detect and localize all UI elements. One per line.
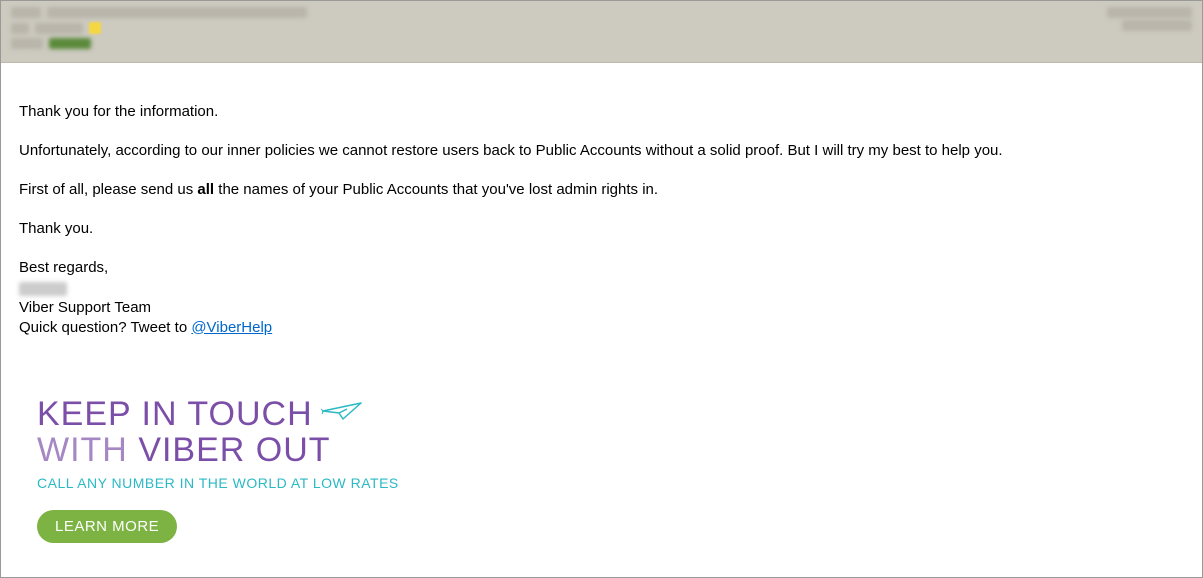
header-meta-left <box>11 7 307 49</box>
signature-team: Viber Support Team <box>19 298 1184 318</box>
signature-name-blur <box>19 282 67 296</box>
status-dot-icon <box>89 22 101 34</box>
bold-text: all <box>197 181 214 198</box>
email-header <box>1 1 1202 63</box>
header-blur-green <box>49 38 91 49</box>
viber-out-promo: KEEP IN TOUCH WITH VIBER OUT CALL ANY NU… <box>37 397 1184 543</box>
header-blur <box>11 23 29 34</box>
paper-plane-icon <box>321 395 365 431</box>
text-span: First of all, please send us <box>19 181 197 198</box>
promo-subtitle: CALL ANY NUMBER IN THE WORLD AT LOW RATE… <box>37 474 1184 494</box>
promo-line1: KEEP IN TOUCH <box>37 395 313 433</box>
header-blur <box>1107 7 1192 18</box>
body-paragraph: Unfortunately, according to our inner po… <box>19 140 1184 161</box>
header-blur <box>47 7 307 18</box>
promo-headline: KEEP IN TOUCH WITH VIBER OUT <box>37 397 1184 468</box>
header-blur <box>11 38 43 49</box>
header-blur <box>35 23 83 34</box>
header-blur <box>1122 20 1192 31</box>
body-paragraph: Thank you. <box>19 218 1184 239</box>
tweet-link[interactable]: @ViberHelp <box>191 319 272 336</box>
text-span: Quick question? Tweet to <box>19 319 191 336</box>
header-meta-right <box>1107 7 1192 31</box>
email-body: Thank you for the information. Unfortuna… <box>1 63 1202 561</box>
learn-more-button[interactable]: LEARN MORE <box>37 510 177 543</box>
regards-line: Best regards, <box>19 257 1184 278</box>
body-paragraph: Thank you for the information. <box>19 101 1184 122</box>
body-paragraph: First of all, please send us all the nam… <box>19 179 1184 200</box>
promo-line2a: WITH <box>37 431 138 469</box>
header-blur <box>11 7 41 18</box>
promo-line2b: VIBER OUT <box>138 431 330 469</box>
tweet-line: Quick question? Tweet to @ViberHelp <box>19 318 1184 338</box>
text-span: the names of your Public Accounts that y… <box>214 181 658 198</box>
